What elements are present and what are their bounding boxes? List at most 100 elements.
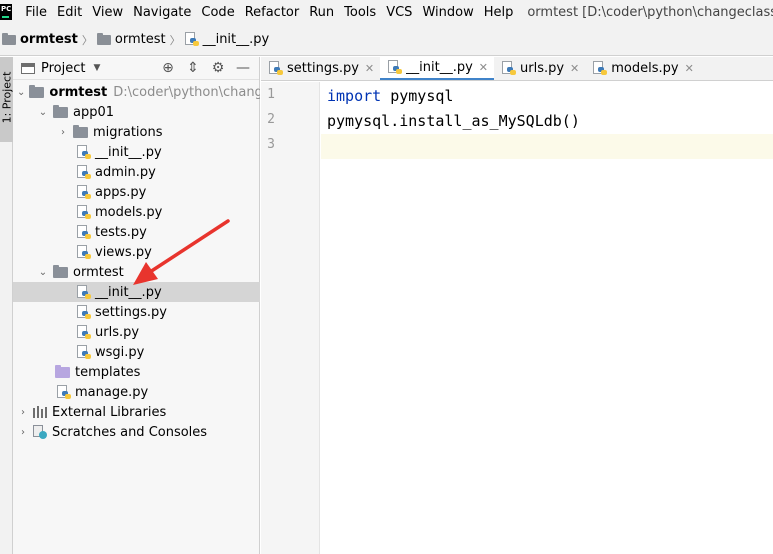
python-file-icon xyxy=(593,60,608,76)
python-file-icon xyxy=(77,284,91,300)
python-file-icon xyxy=(269,60,283,76)
python-file-icon xyxy=(77,144,91,160)
scratches-icon xyxy=(33,425,48,439)
collapse-all-icon[interactable]: ⇕ xyxy=(185,60,201,76)
code-line-current[interactable] xyxy=(321,134,773,159)
tree-node-label: External Libraries xyxy=(52,404,167,420)
tree-node-file[interactable]: settings.py xyxy=(13,302,260,322)
tree-node-label: settings.py xyxy=(95,304,167,320)
chevron-right-icon: 〉 xyxy=(81,33,93,47)
tree-node-migrations[interactable]: › migrations xyxy=(13,122,260,142)
tree-node-project-root[interactable]: ⌄ ormtest D:\coder\python\changecl xyxy=(13,82,260,102)
tab-urls-py[interactable]: urls.py ✕ xyxy=(494,57,585,80)
tab-init-py[interactable]: __init__.py ✕ xyxy=(380,57,494,80)
collapsed-arrow-icon[interactable]: › xyxy=(17,427,29,438)
collapsed-arrow-icon[interactable]: › xyxy=(57,127,69,138)
menu-file[interactable]: File xyxy=(20,5,52,20)
close-icon[interactable]: ✕ xyxy=(570,62,579,75)
tree-node-file[interactable]: wsgi.py xyxy=(13,342,260,362)
menu-navigate[interactable]: Navigate xyxy=(128,5,196,20)
tree-node-file-selected[interactable]: __init__.py xyxy=(13,282,260,302)
tab-settings-py[interactable]: settings.py ✕ xyxy=(261,57,380,80)
tree-node-label: manage.py xyxy=(75,384,149,400)
breadcrumb-item-package[interactable]: ormtest 〉 xyxy=(96,32,185,48)
menu-bar: PC File Edit View Navigate Code Refactor… xyxy=(0,0,773,24)
python-file-icon xyxy=(77,164,91,180)
tree-node-label: tests.py xyxy=(95,224,147,240)
tree-node-label: wsgi.py xyxy=(95,344,145,360)
tab-label: __init__.py xyxy=(406,59,473,75)
menu-edit[interactable]: Edit xyxy=(52,5,87,20)
menu-refactor[interactable]: Refactor xyxy=(240,5,305,20)
project-tool-tab[interactable]: 1: Project xyxy=(0,57,14,142)
code-line[interactable]: pymysql.install_as_MySQLdb() xyxy=(321,109,773,134)
expand-arrow-icon[interactable]: ⌄ xyxy=(17,87,25,98)
menu-run[interactable]: Run xyxy=(304,5,339,20)
tree-node-ormtest-package[interactable]: ⌄ ormtest xyxy=(13,262,260,282)
tree-node-file[interactable]: __init__.py xyxy=(13,142,260,162)
python-file-icon xyxy=(77,224,91,240)
tree-node-app01[interactable]: ⌄ app01 xyxy=(13,102,260,122)
project-panel: Project ▼ ⊕ ⇕ ⚙ — ⌄ ormtest D:\coder\pyt… xyxy=(13,57,260,554)
python-file-icon xyxy=(502,60,516,76)
menu-vcs[interactable]: VCS xyxy=(381,5,417,20)
locate-target-icon[interactable]: ⊕ xyxy=(160,60,176,76)
line-number: 1 xyxy=(267,87,275,102)
window-title: ormtest [D:\coder\python\changeclass\Dja… xyxy=(527,4,773,20)
close-icon[interactable]: ✕ xyxy=(365,62,374,75)
close-icon[interactable]: ✕ xyxy=(479,61,488,74)
collapsed-arrow-icon[interactable]: › xyxy=(17,407,29,418)
hide-panel-icon[interactable]: — xyxy=(235,60,251,76)
code-line[interactable]: import pymysql xyxy=(321,84,773,109)
close-icon[interactable]: ✕ xyxy=(685,62,694,75)
tree-node-file[interactable]: urls.py xyxy=(13,322,260,342)
editor-tab-bar: settings.py ✕ __init__.py ✕ urls.py ✕ mo… xyxy=(261,57,773,81)
project-panel-header: Project ▼ ⊕ ⇕ ⚙ — xyxy=(13,57,259,80)
python-file-icon xyxy=(57,384,71,400)
line-number-gutter: 1 2 3 xyxy=(261,82,320,554)
gear-icon[interactable]: ⚙ xyxy=(210,60,226,76)
line-number: 3 xyxy=(267,137,275,152)
tree-node-label: __init__.py xyxy=(95,144,162,160)
tree-node-label: app01 xyxy=(73,104,115,120)
folder-icon xyxy=(29,84,45,98)
breadcrumb: ormtest 〉 ormtest 〉 __init__.py xyxy=(0,24,773,56)
menu-window[interactable]: Window xyxy=(417,5,478,20)
tree-node-label: ormtest xyxy=(49,84,108,100)
tree-node-label: migrations xyxy=(93,124,163,140)
menu-tools[interactable]: Tools xyxy=(339,5,381,20)
code-text: pymysql.install_as_MySQLdb() xyxy=(327,112,580,130)
expand-arrow-icon[interactable]: ⌄ xyxy=(37,267,49,278)
menu-view[interactable]: View xyxy=(87,5,128,20)
breadcrumb-item-project[interactable]: ormtest 〉 xyxy=(2,32,97,48)
tree-node-external-libraries[interactable]: › External Libraries xyxy=(13,402,260,422)
left-tool-strip: 1: Project xyxy=(0,57,14,554)
python-file-icon xyxy=(77,324,91,340)
project-path-hint: D:\coder\python\changecl xyxy=(113,84,260,100)
python-file-icon xyxy=(77,304,91,320)
python-file-icon xyxy=(77,344,91,360)
editor-area: settings.py ✕ __init__.py ✕ urls.py ✕ mo… xyxy=(261,57,773,554)
project-view-selector[interactable]: Project xyxy=(41,61,85,76)
tree-node-file[interactable]: apps.py xyxy=(13,182,260,202)
breadcrumb-label: ormtest xyxy=(20,32,78,47)
chevron-right-icon: 〉 xyxy=(169,33,181,47)
menu-code[interactable]: Code xyxy=(196,5,239,20)
tree-node-scratches[interactable]: › Scratches and Consoles xyxy=(13,422,260,442)
tree-node-file[interactable]: views.py xyxy=(13,242,260,262)
project-window-icon xyxy=(21,62,35,74)
code-editor[interactable]: import pymysql pymysql.install_as_MySQLd… xyxy=(321,82,773,554)
breadcrumb-label: ormtest xyxy=(114,32,166,47)
tree-node-templates[interactable]: templates xyxy=(13,362,260,382)
folder-icon xyxy=(73,124,88,138)
tab-models-py[interactable]: models.py ✕ xyxy=(585,57,700,80)
expand-arrow-icon[interactable]: ⌄ xyxy=(37,107,49,118)
chevron-down-icon[interactable]: ▼ xyxy=(93,63,100,73)
tree-node-file[interactable]: manage.py xyxy=(13,382,260,402)
tab-label: models.py xyxy=(611,60,679,76)
breadcrumb-item-file[interactable]: __init__.py xyxy=(184,32,269,47)
menu-help[interactable]: Help xyxy=(479,5,519,20)
tree-node-file[interactable]: models.py xyxy=(13,202,260,222)
tree-node-file[interactable]: admin.py xyxy=(13,162,260,182)
tree-node-file[interactable]: tests.py xyxy=(13,222,260,242)
